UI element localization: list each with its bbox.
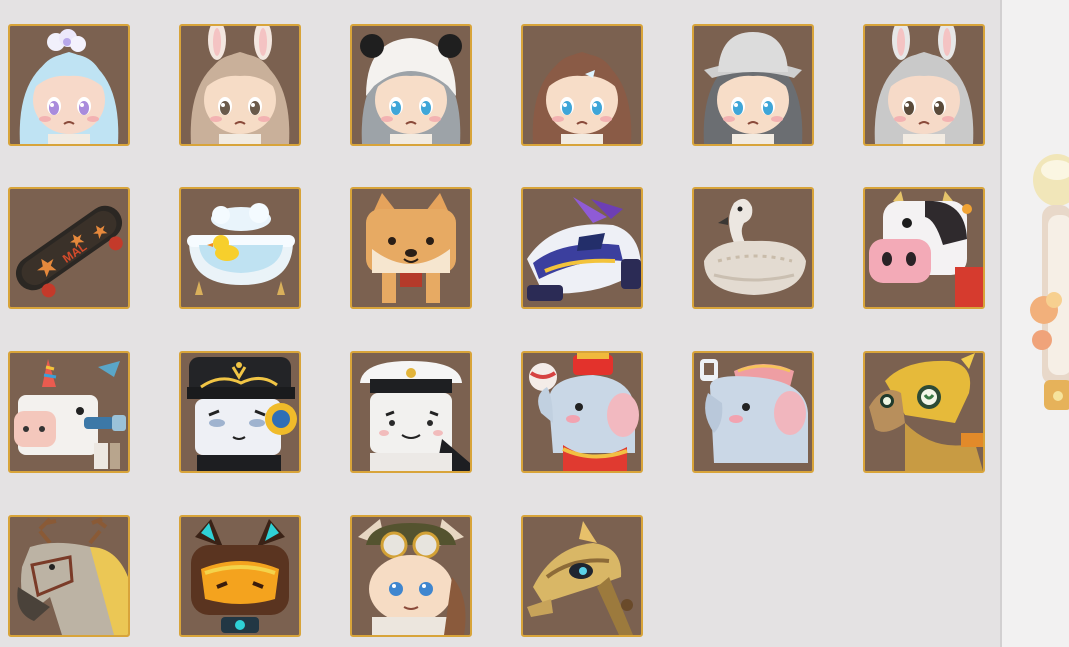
- character-preview-partial-icon: [1030, 154, 1069, 410]
- item-tile[interactable]: [8, 351, 130, 473]
- item-tile[interactable]: [8, 24, 130, 146]
- item-tile[interactable]: [521, 187, 643, 309]
- race-car-mount-icon: [527, 197, 641, 301]
- unicorn-cow-mount-icon: [14, 359, 126, 469]
- cow-mount-icon: [869, 191, 983, 307]
- item-tile[interactable]: [179, 187, 301, 309]
- circus-elephant-ball-icon: [529, 353, 639, 471]
- reindeer-horse-mount-icon: [17, 517, 128, 635]
- blue-hair-girl-avatar-icon: [19, 29, 119, 144]
- item-tile[interactable]: [350, 187, 472, 309]
- bunny-ear-girl-avatar-icon: [190, 26, 290, 144]
- mecha-horse-mount-icon: [527, 521, 633, 635]
- item-tile[interactable]: [521, 24, 643, 146]
- item-tile[interactable]: [692, 351, 814, 473]
- silver-bunny-girl-avatar-icon: [874, 26, 974, 144]
- item-tile[interactable]: [179, 351, 301, 473]
- shiba-dog-mount-icon: [366, 193, 456, 303]
- character-preview-panel: [1002, 0, 1069, 647]
- item-tile[interactable]: MAL: [8, 187, 130, 309]
- skateboard-icon: MAL: [15, 205, 123, 298]
- item-tile[interactable]: [521, 515, 643, 637]
- item-tile[interactable]: [692, 24, 814, 146]
- bucket-hat-girl-avatar-icon: [703, 32, 803, 144]
- item-tile[interactable]: [350, 351, 472, 473]
- item-tile[interactable]: [692, 187, 814, 309]
- item-tile[interactable]: [863, 187, 985, 309]
- item-tile[interactable]: [521, 351, 643, 473]
- item-tile[interactable]: [863, 24, 985, 146]
- brown-hair-girl-avatar-icon: [532, 52, 632, 144]
- item-tile[interactable]: [863, 351, 985, 473]
- captain-cat-goggles-icon: [187, 357, 297, 471]
- elephant-mount-icon: [700, 359, 808, 463]
- item-tile[interactable]: [350, 515, 472, 637]
- aviator-fox-goggles-icon: [358, 519, 466, 635]
- item-tile[interactable]: [179, 24, 301, 146]
- item-tile[interactable]: [350, 24, 472, 146]
- sailor-cat-icon: [360, 361, 470, 471]
- bathtub-duck-icon: [187, 203, 295, 295]
- golden-parrot-mount-icon: [869, 353, 983, 471]
- cyber-fox-visor-icon: [191, 519, 289, 633]
- item-tile[interactable]: [8, 515, 130, 637]
- swan-boat-icon: [704, 198, 806, 295]
- panda-hood-girl-avatar-icon: [360, 34, 462, 144]
- item-tile[interactable]: [179, 515, 301, 637]
- item-grid: MAL: [0, 0, 1000, 647]
